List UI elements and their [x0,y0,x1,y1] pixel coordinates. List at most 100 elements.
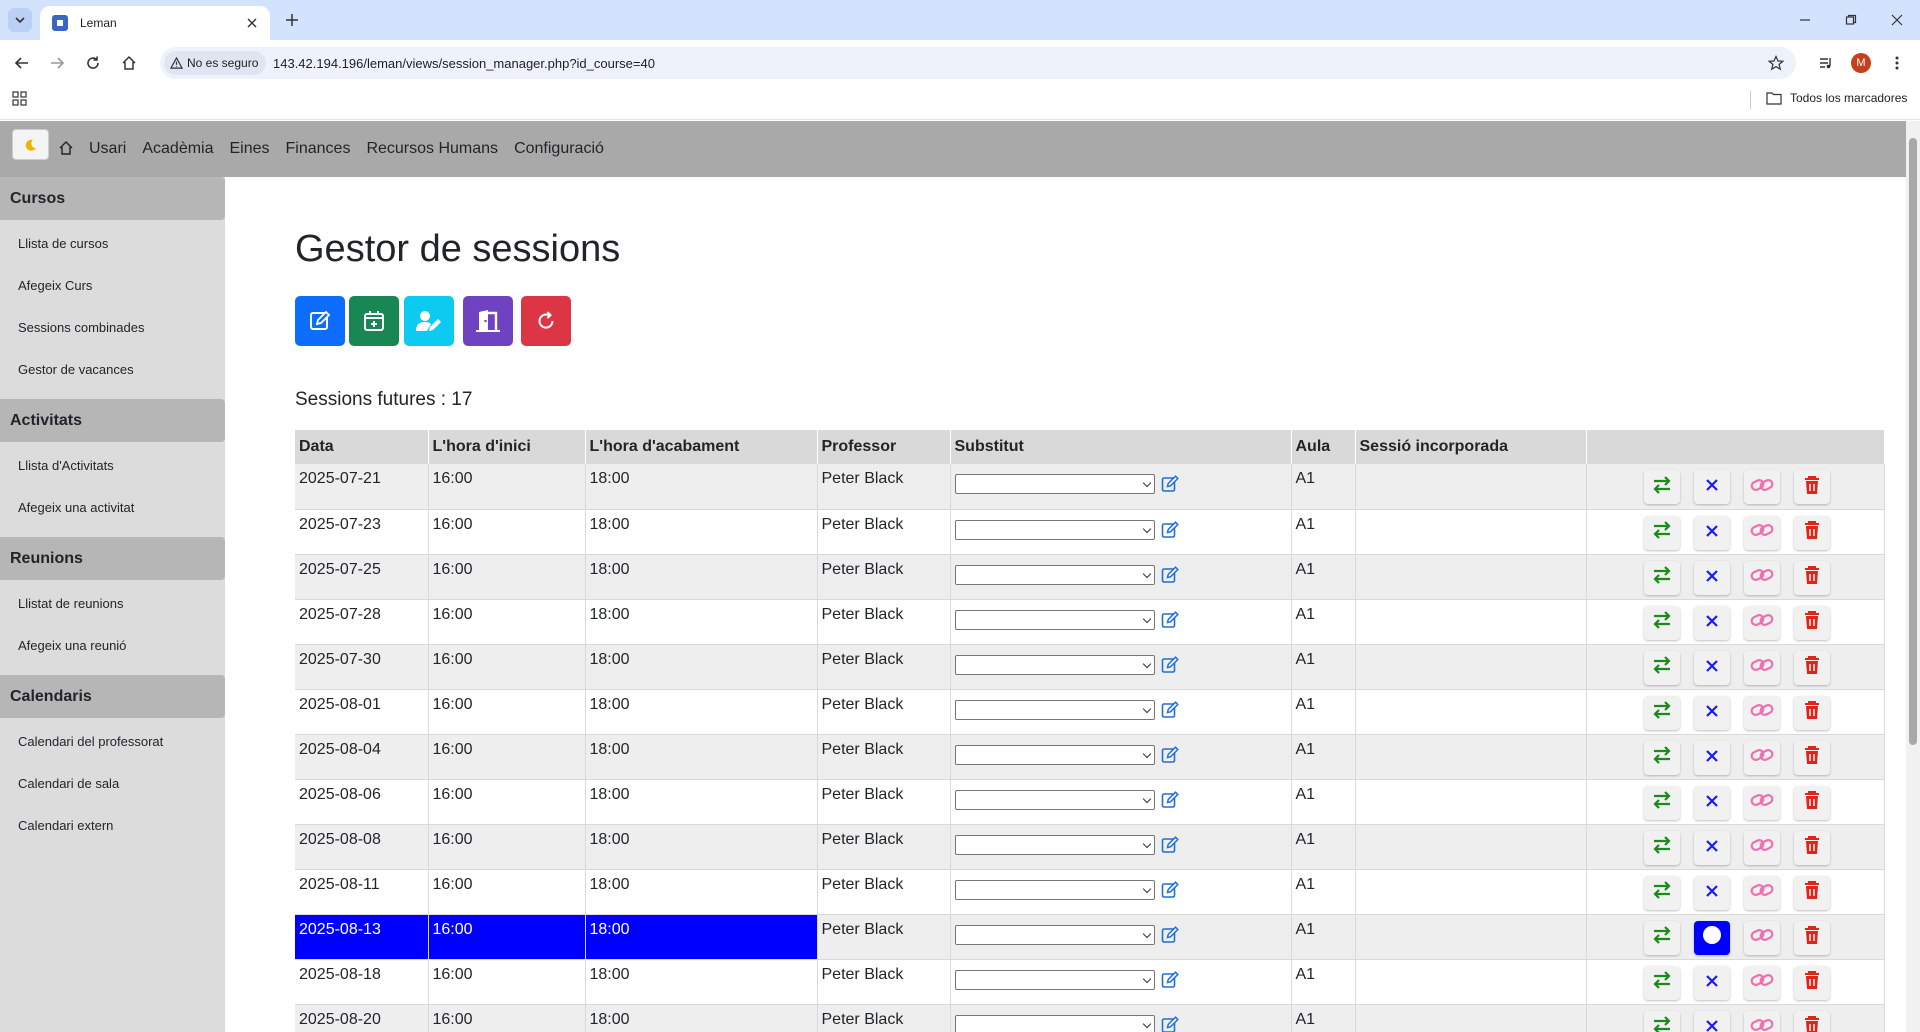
cancel-session-button[interactable] [1694,965,1730,1000]
substitute-select[interactable] [954,699,1155,720]
all-bookmarks-button[interactable]: Todos los marcadores [1766,91,1907,105]
sidebar-item-gestor-vacances[interactable]: Gestor de vacances [18,362,134,377]
url-text[interactable]: 143.42.194.196/leman/views/session_manag… [273,56,655,71]
swap-session-button[interactable] [1644,875,1680,910]
delete-session-button[interactable] [1794,650,1830,685]
sidebar-item-afegeix-reunio[interactable]: Afegeix una reunió [18,638,126,653]
swap-session-button[interactable] [1644,560,1680,595]
delete-session-button[interactable] [1794,515,1830,550]
swap-session-button[interactable] [1644,605,1680,640]
apps-grid-icon[interactable] [12,91,30,109]
media-control-icon[interactable] [1815,52,1837,74]
tab-search-button[interactable] [8,8,32,32]
edit-substitute-icon[interactable] [1161,745,1179,764]
page-scrollbar-thumb[interactable] [1909,138,1917,745]
cancel-session-button[interactable] [1694,560,1730,595]
delete-session-button[interactable] [1794,830,1830,865]
delete-session-button[interactable] [1794,560,1830,595]
link-session-button[interactable] [1744,965,1780,1000]
reload-icon[interactable] [82,52,104,74]
substitute-select[interactable] [954,654,1155,675]
delete-session-button[interactable] [1794,785,1830,820]
swap-session-button[interactable] [1644,920,1680,955]
swap-session-button[interactable] [1644,515,1680,550]
edit-substitute-icon[interactable] [1161,1015,1179,1032]
link-session-button[interactable] [1744,1010,1780,1032]
delete-session-button[interactable] [1794,965,1830,1000]
edit-substitute-icon[interactable] [1161,880,1179,899]
edit-substitute-icon[interactable] [1161,520,1179,539]
link-session-button[interactable] [1744,560,1780,595]
sidebar-item-llista-cursos[interactable]: Llista de cursos [18,236,108,251]
cancel-session-button[interactable] [1694,1010,1730,1032]
edit-substitute-icon[interactable] [1161,565,1179,584]
sidebar-item-sessions-combinades[interactable]: Sessions combinades [18,320,144,335]
sidebar-item-afegeix-activitat[interactable]: Afegeix una activitat [18,500,134,515]
forward-icon[interactable] [46,52,68,74]
menu-item-configuracio[interactable]: Configuració [514,140,604,158]
substitute-select[interactable] [954,744,1155,765]
edit-substitute-icon[interactable] [1161,835,1179,854]
refresh-button[interactable] [521,296,571,346]
bookmark-star-icon[interactable] [1765,52,1787,74]
add-session-button[interactable] [349,296,399,346]
cancel-session-button[interactable] [1694,920,1730,955]
edit-substitute-icon[interactable] [1161,790,1179,809]
delete-session-button[interactable] [1794,875,1830,910]
browser-tab[interactable]: Leman [40,6,270,40]
substitute-select[interactable] [954,609,1155,630]
link-session-button[interactable] [1744,920,1780,955]
swap-session-button[interactable] [1644,965,1680,1000]
delete-session-button[interactable] [1794,740,1830,775]
cancel-session-button[interactable] [1694,650,1730,685]
swap-session-button[interactable] [1644,785,1680,820]
restore-icon[interactable] [1828,0,1874,40]
home-icon[interactable] [118,52,140,74]
sidebar-item-afegeix-curs[interactable]: Afegeix Curs [18,278,92,293]
link-session-button[interactable] [1744,515,1780,550]
delete-session-button[interactable] [1794,695,1830,730]
minimize-icon[interactable] [1782,0,1828,40]
link-session-button[interactable] [1744,470,1780,504]
edit-substitute-icon[interactable] [1161,475,1179,493]
assign-room-button[interactable] [463,296,513,346]
menu-item-eines[interactable]: Eines [230,140,270,158]
more-menu-icon[interactable] [1886,52,1908,74]
substitute-select[interactable] [954,1014,1155,1032]
menu-item-recursos-humans[interactable]: Recursos Humans [366,140,498,158]
cancel-session-button[interactable] [1694,740,1730,775]
delete-session-button[interactable] [1794,605,1830,640]
delete-session-button[interactable] [1794,470,1830,504]
window-close-icon[interactable] [1874,0,1920,40]
cancel-session-button[interactable] [1694,470,1730,504]
cancel-session-button[interactable] [1694,605,1730,640]
swap-session-button[interactable] [1644,830,1680,865]
substitute-select[interactable] [954,834,1155,855]
sidebar-item-llista-activitats[interactable]: Llista d'Activitats [18,458,114,473]
link-session-button[interactable] [1744,785,1780,820]
delete-session-button[interactable] [1794,920,1830,955]
link-session-button[interactable] [1744,605,1780,640]
theme-toggle-button[interactable] [12,129,49,160]
sidebar-item-calendari-extern[interactable]: Calendari extern [18,818,113,833]
cancel-session-button[interactable] [1694,515,1730,550]
substitute-select[interactable] [954,474,1155,494]
edit-substitute-icon[interactable] [1161,925,1179,944]
substitute-select[interactable] [954,564,1155,585]
swap-session-button[interactable] [1644,695,1680,730]
link-session-button[interactable] [1744,695,1780,730]
menu-item-usari[interactable]: Usari [89,140,126,158]
substitute-select[interactable] [954,789,1155,810]
link-session-button[interactable] [1744,740,1780,775]
cancel-session-button[interactable] [1694,785,1730,820]
link-session-button[interactable] [1744,830,1780,865]
substitute-select[interactable] [954,969,1155,990]
swap-session-button[interactable] [1644,740,1680,775]
edit-substitute-icon[interactable] [1161,700,1179,719]
swap-session-button[interactable] [1644,470,1680,504]
swap-session-button[interactable] [1644,1010,1680,1032]
app-home-icon[interactable] [56,138,76,158]
edit-substitute-icon[interactable] [1161,655,1179,674]
delete-session-button[interactable] [1794,1010,1830,1032]
swap-session-button[interactable] [1644,650,1680,685]
